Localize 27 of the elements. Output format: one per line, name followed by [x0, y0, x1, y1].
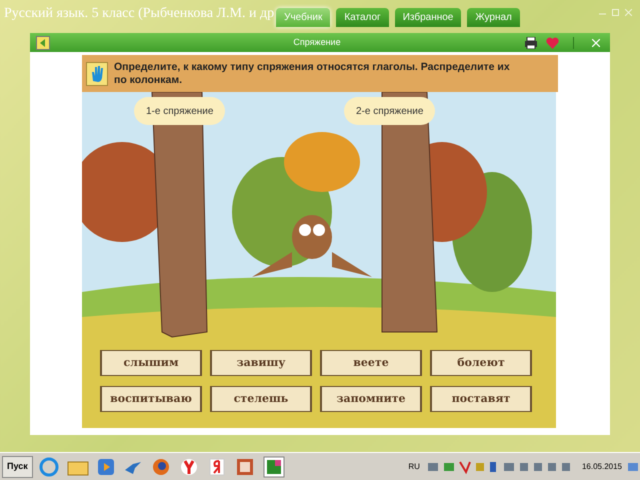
start-button[interactable]: Пуск: [2, 456, 33, 478]
window-title: Спряжение: [293, 36, 341, 49]
app-icon[interactable]: [262, 456, 285, 478]
back-icon[interactable]: [36, 36, 50, 50]
hand-icon: [86, 62, 108, 86]
word-plank[interactable]: слышим: [100, 350, 202, 376]
word-plank[interactable]: поставят: [430, 386, 532, 412]
column-label: 2-е спряжение: [344, 97, 436, 125]
presentation-icon[interactable]: [234, 456, 255, 476]
heart-icon[interactable]: [546, 36, 559, 48]
column-label: 1-е спряжение: [134, 97, 226, 125]
instruction-text: Определите, к какому типу спряжения относятся глаголы. Распределите их по колонкам.: [114, 60, 511, 86]
word-plank[interactable]: веете: [320, 350, 422, 376]
word-plank[interactable]: болеют: [430, 350, 532, 376]
desktop-icon[interactable]: [628, 460, 638, 472]
y-icon[interactable]: [206, 456, 227, 476]
clock-date[interactable]: 16.05.2015: [582, 460, 622, 472]
word-plank[interactable]: завишу: [210, 350, 312, 376]
word-plank[interactable]: стелешь: [210, 386, 312, 412]
app-title: Русский язык. 5 класс (Рыбченкова Л.М. и др: [4, 5, 274, 23]
play-icon[interactable]: [96, 458, 115, 476]
y-icon[interactable]: [178, 456, 199, 476]
close-icon[interactable]: [592, 38, 600, 46]
word-plank[interactable]: запомните: [320, 386, 422, 412]
printer-icon[interactable]: [524, 36, 538, 48]
language-indicator[interactable]: RU: [408, 460, 420, 472]
word-plank[interactable]: воспитываю: [100, 386, 202, 412]
